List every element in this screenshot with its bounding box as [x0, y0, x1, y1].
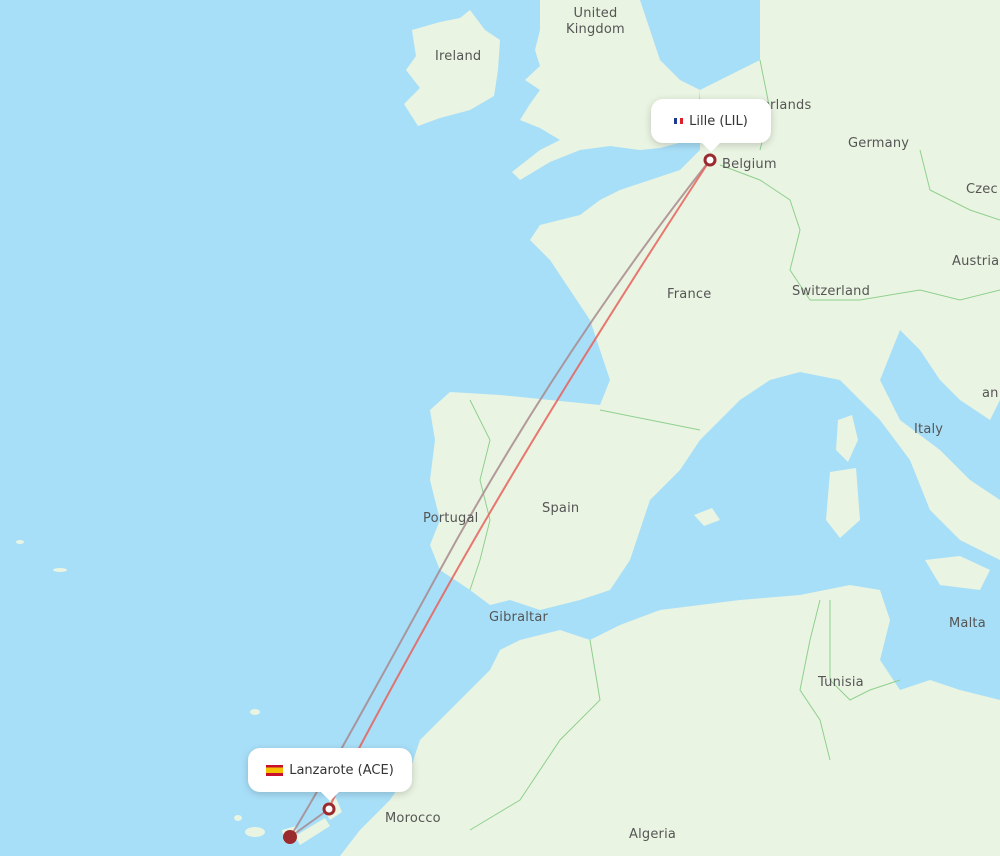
destination-marker[interactable] [322, 802, 336, 816]
land-azores-1 [16, 540, 24, 544]
map-base [0, 0, 1000, 856]
land-la-gomera [234, 815, 242, 821]
label-andorra-fragment: an [982, 386, 999, 401]
label-germany: Germany [848, 136, 910, 151]
route-map[interactable]: United Kingdom Ireland Netherlands Germa… [0, 0, 1000, 856]
france-flag-icon [674, 118, 684, 124]
label-portugal: Portugal [423, 511, 479, 526]
label-ireland: Ireland [435, 49, 482, 64]
label-malta: Malta [949, 616, 986, 631]
label-austria: Austria [952, 254, 1000, 269]
stopover-dot-icon[interactable] [283, 830, 297, 844]
lanzarote-pin-icon[interactable] [322, 802, 336, 816]
land-madeira [250, 709, 260, 715]
destination-airport-popup[interactable]: Lanzarote (ACE) [248, 748, 412, 801]
label-gibraltar: Gibraltar [489, 610, 549, 625]
label-united-kingdom: United Kingdom [566, 6, 625, 37]
label-algeria: Algeria [629, 827, 677, 842]
label-spain: Spain [542, 501, 580, 516]
land-tenerife [245, 827, 265, 837]
land-azores-2 [53, 568, 67, 572]
label-czechia: Czec [966, 182, 998, 197]
label-morocco: Morocco [385, 811, 441, 826]
label-belgium: Belgium [722, 157, 777, 172]
lille-pin-icon[interactable] [703, 153, 717, 167]
label-italy: Italy [914, 422, 944, 437]
spain-flag-icon [266, 764, 284, 776]
destination-airport-name: Lanzarote (ACE) [289, 762, 394, 778]
origin-airport-name: Lille (LIL) [689, 113, 748, 129]
label-france: France [667, 287, 712, 302]
label-tunisia: Tunisia [818, 675, 864, 690]
origin-airport-popup[interactable]: Lille (LIL) [651, 99, 771, 152]
origin-marker[interactable] [703, 153, 717, 167]
label-switzerland: Switzerland [792, 284, 871, 299]
